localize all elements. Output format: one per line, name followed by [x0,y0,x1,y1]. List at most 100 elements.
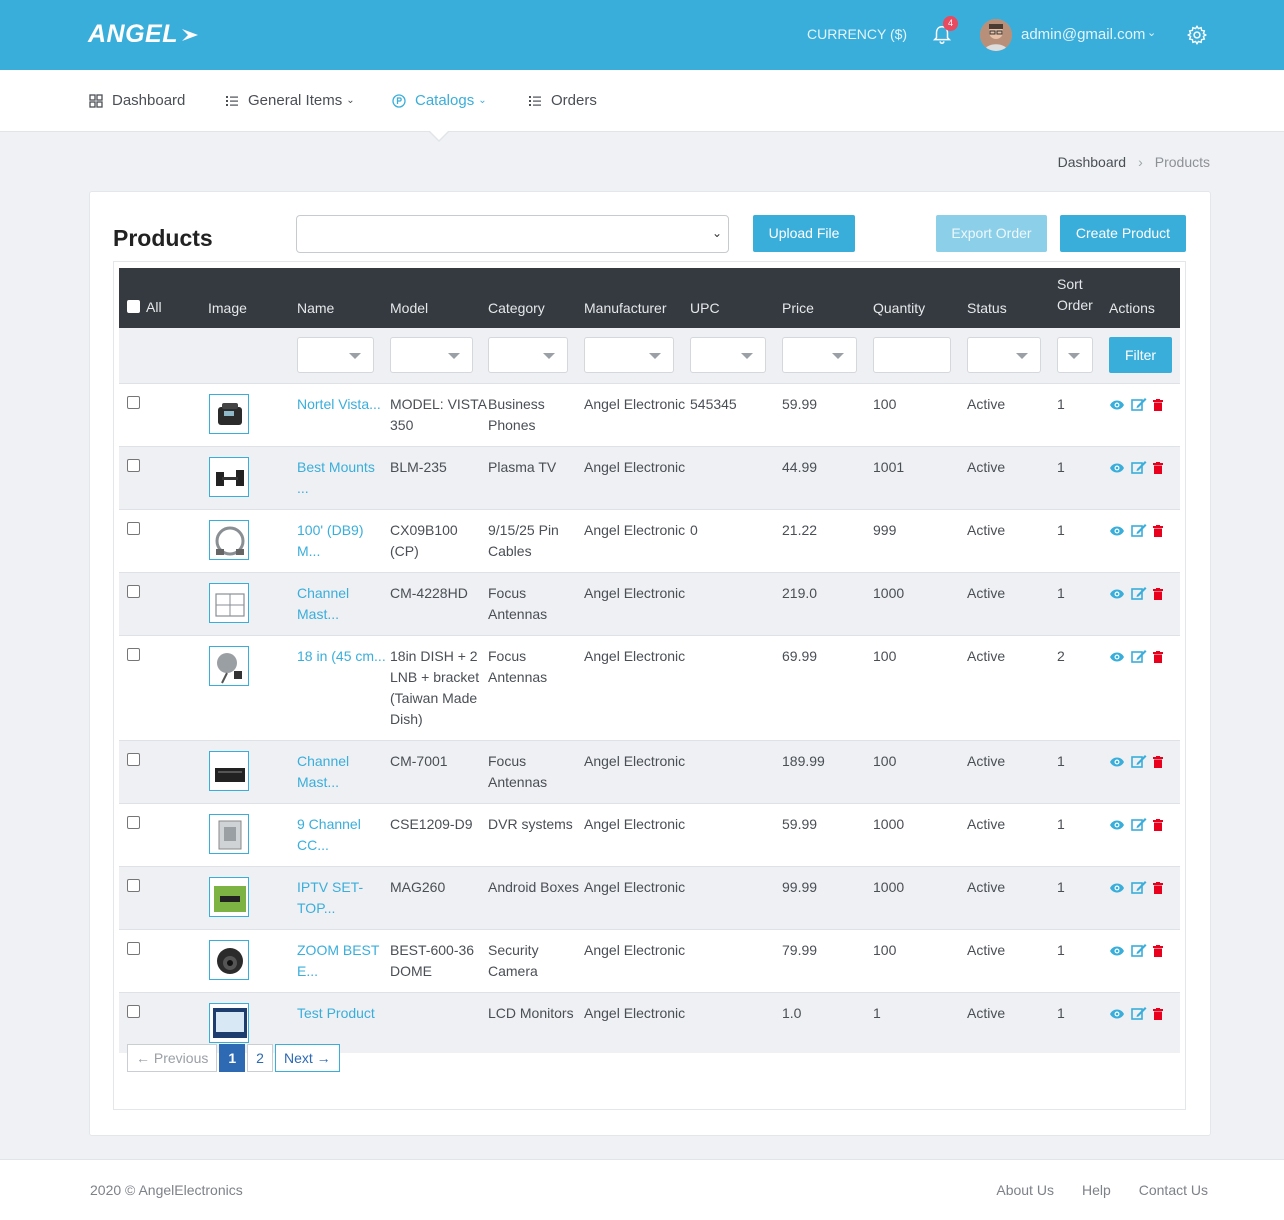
edit-icon[interactable] [1131,879,1147,900]
nav-item-dashboard[interactable]: Dashboard [89,92,185,109]
row-checkbox[interactable] [127,1004,140,1018]
footer-link-about[interactable]: About Us [996,1182,1054,1198]
page-1-button[interactable]: 1 [219,1044,246,1072]
col-status[interactable]: Status [967,268,1057,328]
product-name-link[interactable]: IPTV SET-TOP... [297,879,363,916]
trash-icon[interactable] [1153,753,1163,774]
gear-icon[interactable] [1186,24,1208,46]
product-name-link[interactable]: Channel Mast... [297,753,349,790]
trash-icon[interactable] [1153,1005,1163,1026]
next-page-button[interactable]: Next → [274,1044,340,1072]
row-checkbox[interactable] [127,878,140,892]
trash-icon[interactable] [1153,816,1163,837]
col-upc[interactable]: UPC [690,268,782,328]
manufacturer-filter[interactable] [584,337,674,374]
brand-logo[interactable]: ANGEL [88,20,202,49]
col-quantity[interactable]: Quantity [873,268,967,328]
trash-icon[interactable] [1153,879,1163,900]
model-filter[interactable] [390,337,473,374]
edit-icon[interactable] [1131,522,1147,543]
col-sort-order[interactable]: Sort Order [1057,268,1109,328]
col-category[interactable]: Category [488,268,584,328]
view-eye-icon[interactable] [1109,879,1125,900]
product-thumbnail[interactable] [209,645,249,686]
edit-icon[interactable] [1131,396,1147,417]
name-filter[interactable] [297,337,374,374]
row-checkbox[interactable] [127,752,140,766]
trash-icon[interactable] [1153,459,1163,480]
product-thumbnail[interactable] [209,939,249,980]
trash-icon[interactable] [1153,396,1163,417]
product-name-link[interactable]: ZOOM BEST E... [297,942,379,979]
product-name-link[interactable]: 18 in (45 cm... [297,648,386,664]
category-filter[interactable] [488,337,568,374]
trash-icon[interactable] [1153,942,1163,963]
edit-icon[interactable] [1131,753,1147,774]
quantity-filter[interactable] [873,337,951,374]
status-filter[interactable] [967,337,1041,374]
product-thumbnail[interactable] [209,876,249,917]
product-thumbnail[interactable] [209,519,249,560]
product-name-link[interactable]: Channel Mast... [297,585,349,622]
nav-item-catalogs[interactable]: Catalogs ⌄ [392,92,487,109]
trash-icon[interactable] [1153,585,1163,606]
view-eye-icon[interactable] [1109,816,1125,837]
row-checkbox[interactable] [127,815,140,829]
select-all-checkbox[interactable] [127,300,140,313]
edit-icon[interactable] [1131,816,1147,837]
page-2-button[interactable]: 2 [247,1044,273,1072]
product-thumbnail[interactable] [209,750,249,791]
breadcrumb-home[interactable]: Dashboard [1058,154,1127,170]
edit-icon[interactable] [1131,1005,1147,1026]
currency-selector[interactable]: CURRENCY ($) [807,26,907,42]
row-checkbox[interactable] [127,395,140,409]
col-name[interactable]: Name [297,268,390,328]
trash-icon[interactable] [1153,522,1163,543]
product-name-link[interactable]: Nortel Vista... [297,396,381,412]
trash-icon[interactable] [1153,648,1163,669]
product-name-link[interactable]: 9 Channel CC... [297,816,361,853]
edit-icon[interactable] [1131,459,1147,480]
view-eye-icon[interactable] [1109,753,1125,774]
view-eye-icon[interactable] [1109,396,1125,417]
row-checkbox[interactable] [127,584,140,598]
product-name-link[interactable]: Best Mounts ... [297,459,375,496]
filter-button[interactable]: Filter [1109,337,1172,374]
col-model[interactable]: Model [390,268,488,328]
row-checkbox[interactable] [127,647,140,661]
row-checkbox[interactable] [127,941,140,955]
footer-link-help[interactable]: Help [1082,1182,1111,1198]
create-product-button[interactable]: Create Product [1060,215,1186,252]
edit-icon[interactable] [1131,585,1147,606]
edit-icon[interactable] [1131,942,1147,963]
chevron-down-icon[interactable]: ⌄ [1147,26,1156,39]
avatar[interactable] [980,19,1012,51]
export-order-button[interactable]: Export Order [936,215,1047,252]
product-name-link[interactable]: 100' (DB9) M... [297,522,363,559]
product-name-link[interactable]: Test Product [297,1005,375,1021]
product-thumbnail[interactable] [209,582,249,623]
col-manufacturer[interactable]: Manufacturer [584,268,690,328]
col-price[interactable]: Price [782,268,873,328]
view-eye-icon[interactable] [1109,522,1125,543]
sort-order-filter[interactable] [1057,337,1093,374]
view-eye-icon[interactable] [1109,1005,1125,1026]
product-thumbnail[interactable] [209,1002,249,1043]
nav-item-orders[interactable]: Orders [528,92,597,109]
view-eye-icon[interactable] [1109,648,1125,669]
view-eye-icon[interactable] [1109,585,1125,606]
bulk-select[interactable]: ⌄ [296,215,729,253]
product-thumbnail[interactable] [209,456,249,497]
user-email[interactable]: admin@gmail.com [1021,26,1145,43]
price-filter[interactable] [782,337,857,374]
footer-link-contact[interactable]: Contact Us [1139,1182,1208,1198]
edit-icon[interactable] [1131,648,1147,669]
upload-file-button[interactable]: Upload File [753,215,855,252]
product-thumbnail[interactable] [209,393,249,434]
product-thumbnail[interactable] [209,813,249,854]
row-checkbox[interactable] [127,521,140,535]
row-checkbox[interactable] [127,458,140,472]
nav-item-general-items[interactable]: General Items ⌄ [225,92,355,109]
view-eye-icon[interactable] [1109,942,1125,963]
previous-page-button[interactable]: ← Previous [127,1044,218,1072]
